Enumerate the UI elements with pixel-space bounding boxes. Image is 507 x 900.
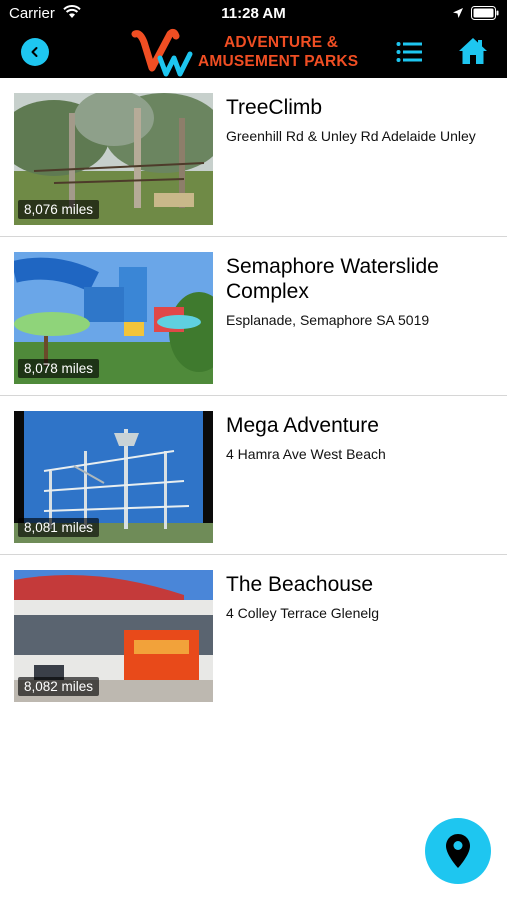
list-item[interactable]: 8,081 miles Mega Adventure 4 Hamra Ave W… <box>0 396 507 555</box>
distance-badge: 8,078 miles <box>18 359 100 378</box>
park-address: Esplanade, Semaphore SA 5019 <box>226 312 430 328</box>
status-bar: Carrier 11:28 AM <box>0 0 507 28</box>
list-icon[interactable] <box>396 41 422 63</box>
park-address: 4 Hamra Ave West Beach <box>226 446 386 462</box>
map-pin-icon <box>446 834 470 868</box>
park-thumbnail: 8,076 miles <box>14 93 213 225</box>
park-address: 4 Colley Terrace Glenelg <box>226 605 380 621</box>
park-thumbnail: 8,082 miles <box>14 570 213 702</box>
park-thumbnail: 8,081 miles <box>14 411 213 543</box>
park-address: Greenhill Rd & Unley Rd Adelaide Unley <box>226 128 476 144</box>
location-arrow-icon <box>453 8 463 18</box>
park-thumbnail: 8,078 miles <box>14 252 213 384</box>
app-header: ADVENTURE & AMUSEMENT PARKS <box>0 28 507 78</box>
top-bar: Carrier 11:28 AM ADVENTURE & AMUSEMENT P… <box>0 0 507 78</box>
park-name: TreeClimb <box>226 96 323 119</box>
distance-badge: 8,081 miles <box>18 518 100 537</box>
home-icon[interactable] <box>458 37 488 65</box>
logo-text-line1: ADVENTURE & <box>224 34 339 51</box>
park-name: The Beachouse <box>226 573 374 596</box>
list-item[interactable]: 8,082 miles The Beachouse 4 Colley Terra… <box>0 555 507 714</box>
clock: 11:28 AM <box>221 5 286 22</box>
distance-badge: 8,076 miles <box>18 200 100 219</box>
list-item[interactable]: 8,076 miles TreeClimb Greenhill Rd & Unl… <box>0 78 507 237</box>
park-name: Semaphore Waterslide Complex <box>226 255 439 303</box>
list-item[interactable]: 8,078 miles Semaphore Waterslide Complex… <box>0 237 507 396</box>
logo-text-line2: AMUSEMENT PARKS <box>198 53 359 70</box>
park-name: Mega Adventure <box>226 414 379 437</box>
distance-badge: 8,082 miles <box>18 677 100 696</box>
logo-mark-icon <box>131 28 193 77</box>
back-button[interactable] <box>21 38 49 66</box>
back-icon <box>31 47 38 57</box>
battery-icon <box>471 6 499 20</box>
app-logo: ADVENTURE & AMUSEMENT PARKS <box>130 28 380 78</box>
map-button[interactable] <box>425 818 491 884</box>
